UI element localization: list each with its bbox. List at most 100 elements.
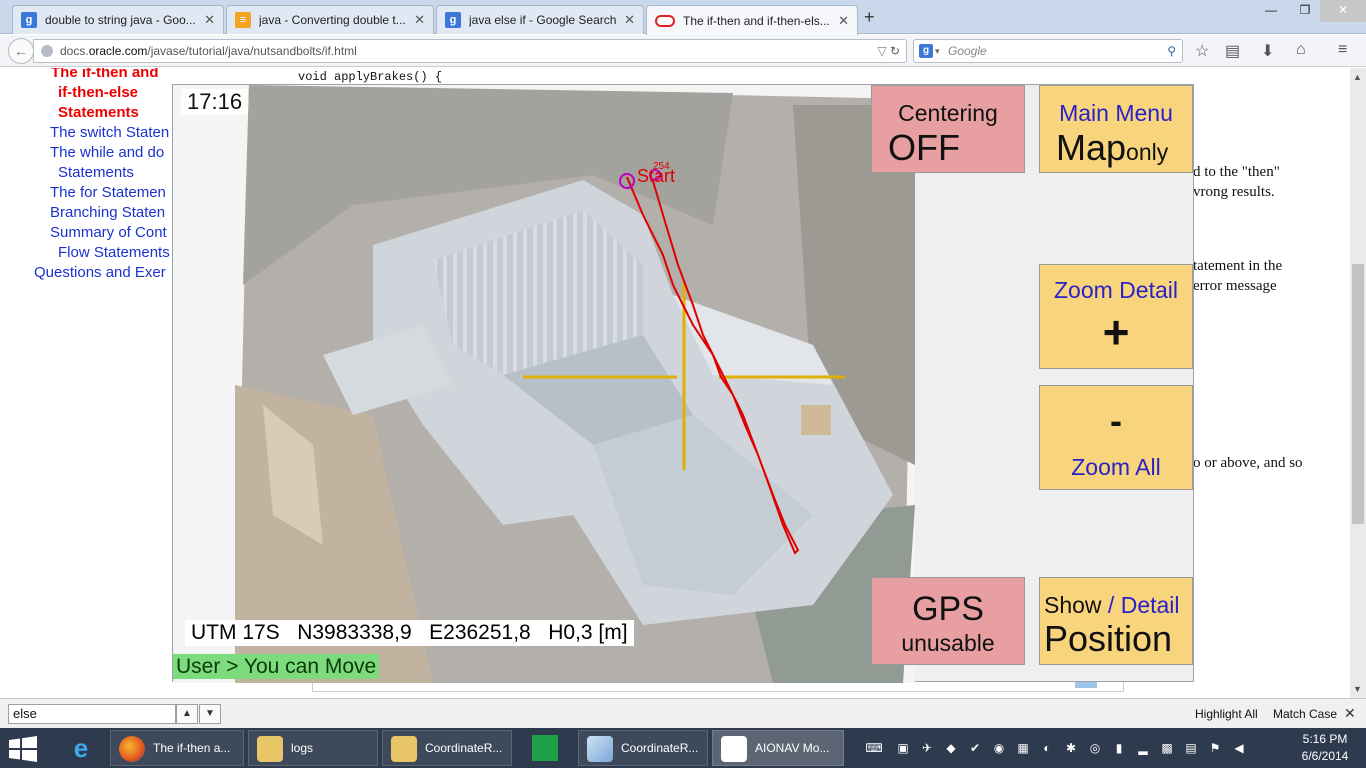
taskbar-item-coordinater-folder[interactable]: CoordinateR... bbox=[382, 730, 512, 766]
flag-icon[interactable]: ⚑ bbox=[1206, 739, 1224, 757]
aionav-icon bbox=[721, 736, 747, 762]
menu-icon[interactable]: ≡ bbox=[1338, 41, 1347, 59]
tray-app-icon[interactable]: ◉ bbox=[990, 739, 1008, 757]
tray-app-icon[interactable]: ▣ bbox=[894, 739, 912, 757]
toc-item-for[interactable]: The for Statemen bbox=[50, 184, 166, 201]
restore-icon[interactable]: ❐ bbox=[1288, 0, 1322, 22]
close-tab-icon[interactable]: ✕ bbox=[414, 12, 425, 28]
keyboard-icon[interactable]: ⌨ bbox=[860, 739, 888, 757]
find-next-button[interactable]: ▼ bbox=[199, 704, 221, 724]
home-icon[interactable]: ⌂ bbox=[1296, 41, 1306, 59]
find-input[interactable]: else bbox=[8, 704, 176, 724]
oracle-icon bbox=[655, 14, 675, 27]
zoom-all-button[interactable]: - Zoom All bbox=[1039, 385, 1193, 490]
centering-state: OFF bbox=[888, 127, 960, 168]
aionav-map-window: Start 254 17:16 UTM 17S N3983338,9 E2362… bbox=[172, 84, 1194, 683]
scroll-thumb[interactable] bbox=[1352, 264, 1364, 524]
toc-item-while-cont[interactable]: Statements bbox=[58, 164, 134, 181]
map-label: Map bbox=[1056, 127, 1127, 168]
main-menu-button[interactable]: Main Menu Maponly bbox=[1039, 85, 1193, 173]
folder-icon bbox=[391, 736, 417, 762]
map-only-label: Maponly bbox=[1056, 127, 1168, 169]
map-view[interactable]: Start 254 17:16 UTM 17S N3983338,9 E2362… bbox=[173, 85, 915, 683]
scroll-up-icon[interactable]: ▲ bbox=[1353, 72, 1362, 82]
tray-app-icon[interactable]: ✈ bbox=[918, 739, 936, 757]
windows-start-icon[interactable] bbox=[8, 736, 38, 762]
close-tab-icon[interactable]: ✕ bbox=[838, 13, 849, 29]
search-input[interactable]: g ▾ Google ⚲ bbox=[913, 39, 1183, 63]
taskbar-date[interactable]: 6/6/2014 bbox=[1296, 749, 1354, 763]
taskbar-item-coordinater-app[interactable]: CoordinateR... bbox=[578, 730, 708, 766]
new-tab-button[interactable]: + bbox=[864, 7, 875, 28]
taskbar-item-aionav[interactable]: AIONAV Mo... bbox=[712, 730, 844, 766]
taskbar-item-label: The if-then a... bbox=[153, 741, 231, 755]
folder-icon bbox=[257, 736, 283, 762]
toc-item-current[interactable]: if-then-else bbox=[58, 84, 138, 101]
gps-status-button[interactable]: GPS unusable bbox=[871, 577, 1025, 665]
code-snippet: void applyBrakes() { bbox=[298, 70, 443, 84]
article-text: d to the "then" bbox=[1193, 164, 1280, 180]
show-position-button[interactable]: Show / Detail Position bbox=[1039, 577, 1193, 665]
tray-app-icon[interactable]: ▦ bbox=[1014, 739, 1032, 757]
tray-app-icon[interactable]: ▤ bbox=[1182, 739, 1200, 757]
taskbar-item-label: AIONAV Mo... bbox=[755, 741, 830, 755]
tab-label: java else if - Google Search bbox=[469, 13, 617, 27]
tray-app-icon[interactable]: ✔ bbox=[966, 739, 984, 757]
dropdown-arrow-icon[interactable]: ▽ bbox=[877, 44, 886, 58]
scroll-down-icon[interactable]: ▼ bbox=[1353, 684, 1362, 694]
tray-app-icon[interactable]: ◆ bbox=[942, 739, 960, 757]
horizontal-scroll-thumb[interactable] bbox=[1075, 682, 1097, 688]
tab-double-to-string[interactable]: g double to string java - Goo... ✕ bbox=[12, 5, 224, 34]
internet-explorer-pin[interactable]: e bbox=[58, 730, 104, 766]
toc-item-current[interactable]: The if-then and bbox=[51, 68, 159, 81]
tab-converting-double[interactable]: ≡ java - Converting double t... ✕ bbox=[226, 5, 434, 34]
signal-icon[interactable]: ▂ bbox=[1134, 739, 1152, 757]
toc-item-summary-cont[interactable]: Flow Statements bbox=[58, 244, 170, 261]
minimize-icon[interactable]: — bbox=[1254, 0, 1288, 22]
bookmark-star-icon[interactable]: ☆ bbox=[1195, 41, 1209, 61]
position-label: Position bbox=[1044, 618, 1173, 659]
close-icon[interactable]: ✕ bbox=[1344, 705, 1356, 722]
download-icon[interactable]: ⬇ bbox=[1261, 41, 1274, 61]
toc-item-questions[interactable]: Questions and Exer bbox=[34, 264, 166, 281]
google-icon: g bbox=[21, 12, 37, 28]
volume-icon[interactable]: ◀ bbox=[1230, 739, 1248, 757]
close-tab-icon[interactable]: ✕ bbox=[624, 12, 635, 28]
toc-item-while[interactable]: The while and do bbox=[50, 144, 164, 161]
toc-item-summary[interactable]: Summary of Cont bbox=[50, 224, 167, 241]
tab-if-then-else[interactable]: The if-then and if-then-els... ✕ bbox=[646, 5, 858, 35]
back-button[interactable]: ← bbox=[8, 38, 34, 64]
tab-label: The if-then and if-then-els... bbox=[683, 13, 830, 28]
toc-item-current[interactable]: Statements bbox=[58, 104, 139, 121]
match-case-toggle[interactable]: Match Case bbox=[1273, 707, 1337, 721]
taskbar-time[interactable]: 5:16 PM bbox=[1300, 732, 1350, 746]
bluetooth-icon[interactable]: ✱ bbox=[1062, 739, 1080, 757]
tab-java-else-if[interactable]: g java else if - Google Search ✕ bbox=[436, 5, 644, 34]
close-tab-icon[interactable]: ✕ bbox=[204, 12, 215, 28]
reading-list-icon[interactable]: ▤ bbox=[1225, 41, 1240, 61]
tray-app-icon[interactable]: ◐ bbox=[1038, 739, 1056, 757]
store-icon bbox=[532, 735, 558, 761]
google-icon[interactable]: g bbox=[919, 44, 933, 58]
close-window-icon[interactable]: ✕ bbox=[1320, 0, 1366, 22]
taskbar-item-logs[interactable]: logs bbox=[248, 730, 378, 766]
store-pin[interactable] bbox=[522, 730, 568, 766]
aerial-map: Start 254 bbox=[173, 85, 915, 683]
reload-icon[interactable]: ↻ bbox=[890, 44, 900, 58]
toc-item-branching[interactable]: Branching Staten bbox=[50, 204, 165, 221]
chevron-down-icon[interactable]: ▾ bbox=[935, 40, 940, 62]
tray-app-icon[interactable]: ◎ bbox=[1086, 739, 1104, 757]
url-bar[interactable]: docs.oracle.com/javase/tutorial/java/nut… bbox=[33, 39, 907, 63]
search-icon[interactable]: ⚲ bbox=[1167, 40, 1176, 62]
taskbar-item-firefox[interactable]: The if-then a... bbox=[110, 730, 244, 766]
tray-app-icon[interactable]: ▩ bbox=[1158, 739, 1176, 757]
page-scrollbar[interactable]: ▲ ▼ bbox=[1350, 68, 1366, 698]
find-previous-button[interactable]: ▲ bbox=[176, 704, 198, 724]
highlight-all-toggle[interactable]: Highlight All bbox=[1195, 707, 1258, 721]
toc-item-switch[interactable]: The switch Staten bbox=[50, 124, 169, 141]
battery-icon[interactable]: ▮ bbox=[1110, 739, 1128, 757]
tab-label: double to string java - Goo... bbox=[45, 13, 196, 27]
zoom-detail-button[interactable]: Zoom Detail + bbox=[1039, 264, 1193, 369]
site-identity-icon[interactable] bbox=[41, 45, 53, 57]
centering-toggle-button[interactable]: Centering OFF bbox=[871, 85, 1025, 173]
